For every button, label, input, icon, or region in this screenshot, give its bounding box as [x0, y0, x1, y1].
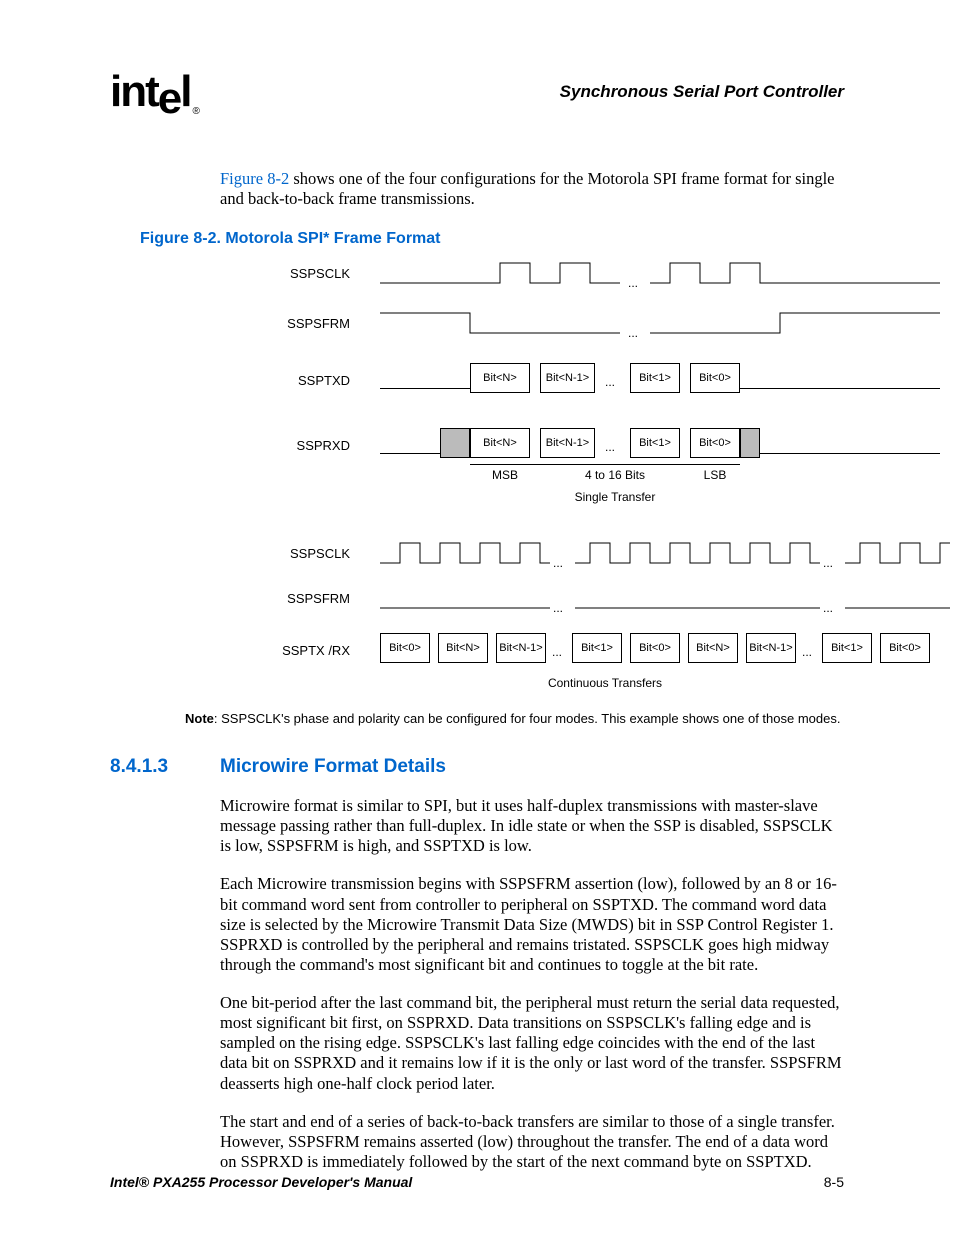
body-paragraph-4: The start and end of a series of back-to…	[220, 1112, 844, 1172]
footer-manual-title: Intel® PXA255 Processor Developer's Manu…	[110, 1174, 412, 1190]
body-paragraph-2: Each Microwire transmission begins with …	[220, 874, 844, 975]
body-paragraph-1: Microwire format is similar to SPI, but …	[220, 796, 844, 856]
bit-cell: Bit<0>	[690, 363, 740, 393]
document-page: intel® Synchronous Serial Port Controlle…	[0, 0, 954, 1235]
dots: ...	[553, 601, 563, 615]
msb-label: MSB	[475, 468, 535, 482]
bit-cell: Bit<0>	[880, 633, 930, 663]
dots: ...	[552, 645, 562, 659]
section-heading: 8.4.1.3 Microwire Format Details	[110, 756, 844, 778]
note-body: : SSPSCLK's phase and polarity can be co…	[214, 711, 841, 726]
page-footer: Intel® PXA255 Processor Developer's Manu…	[110, 1174, 844, 1190]
doc-section-title: Synchronous Serial Port Controller	[560, 82, 844, 102]
label-ssprxd: SSPRXD	[270, 438, 350, 453]
row-ssptxrx-cont: SSPTX /RX Bit<0> Bit<N> Bit<N-1> ... Bit…	[140, 633, 844, 667]
wave-sspsfrm-single: ...	[380, 308, 844, 338]
label-ssptxd: SSPTXD	[270, 373, 350, 388]
bit-cell: Bit<N>	[688, 633, 738, 663]
dots: ...	[802, 645, 812, 659]
dots: ...	[823, 601, 833, 615]
row-sspsclk-single: SSPSCLK ...	[140, 258, 844, 288]
body-paragraph-3: One bit-period after the last command bi…	[220, 993, 844, 1094]
bit-cell-pre	[440, 428, 470, 458]
label-ssptxrx: SSPTX /RX	[270, 643, 350, 658]
footer-page-number: 8-5	[824, 1174, 844, 1190]
label-sspsfrm-cont: SSPSFRM	[270, 591, 350, 606]
section-number: 8.4.1.3	[110, 756, 220, 778]
label-sspsfrm: SSPSFRM	[270, 316, 350, 331]
note-label: Note	[185, 711, 214, 726]
label-sspsclk: SSPSCLK	[270, 266, 350, 281]
single-transfer-caption: Single Transfer	[560, 490, 670, 504]
dots: ...	[553, 556, 563, 570]
dots: ...	[605, 375, 615, 389]
row-sspsfrm-single: SSPSFRM ...	[140, 308, 844, 338]
dots: ...	[823, 556, 833, 570]
bit-cell: Bit<N>	[470, 428, 530, 458]
row-sspsclk-cont: SSPSCLK ... ...	[140, 538, 844, 568]
bit-cell: Bit<0>	[690, 428, 740, 458]
bit-cell: Bit<0>	[380, 633, 430, 663]
intro-text: shows one of the four configurations for…	[220, 169, 835, 209]
wave-sspsclk-cont: ... ...	[380, 538, 844, 568]
intro-paragraph: Figure 8-2 shows one of the four configu…	[220, 169, 844, 210]
bit-cell: Bit<N>	[438, 633, 488, 663]
bit-cell: Bit<N>	[470, 363, 530, 393]
bit-cell: Bit<1>	[630, 428, 680, 458]
range-label: 4 to 16 Bits	[565, 468, 665, 482]
bit-cell: Bit<1>	[572, 633, 622, 663]
bit-cell: Bit<N-1>	[496, 633, 546, 663]
label-sspsclk-cont: SSPSCLK	[270, 546, 350, 561]
wave-sspsclk-single: ...	[380, 258, 844, 288]
figure-link[interactable]: Figure 8-2	[220, 169, 289, 188]
bit-cell: Bit<N-1>	[746, 633, 796, 663]
bit-cell: Bit<0>	[630, 633, 680, 663]
timing-diagram: SSPSCLK ... SSPSFRM ...	[140, 258, 844, 698]
bit-cell: Bit<N-1>	[540, 363, 595, 393]
row-ssprxd: SSPRXD Bit<N> Bit<N-1> ... Bit<1> Bit<0>	[140, 428, 844, 462]
bit-cell-post	[740, 428, 760, 458]
dots: ...	[605, 440, 615, 454]
lsb-label: LSB	[695, 468, 735, 482]
dots: ...	[628, 326, 638, 340]
page-header: intel® Synchronous Serial Port Controlle…	[110, 70, 844, 119]
dots: ...	[628, 276, 638, 290]
wave-sspsfrm-cont: ... ...	[380, 583, 844, 613]
row-ssptxd: SSPTXD Bit<N> Bit<N-1> ... Bit<1> Bit<0>	[140, 363, 844, 397]
bit-cell: Bit<1>	[630, 363, 680, 393]
section-title: Microwire Format Details	[220, 756, 446, 778]
bit-cell: Bit<N-1>	[540, 428, 595, 458]
intel-logo: intel®	[110, 70, 196, 119]
figure-note: Note: SSPSCLK's phase and polarity can b…	[185, 711, 844, 726]
row-sspsfrm-cont: SSPSFRM ... ...	[140, 583, 844, 613]
continuous-caption: Continuous Transfers	[530, 676, 680, 690]
bit-cell: Bit<1>	[822, 633, 872, 663]
figure-title: Figure 8-2. Motorola SPI* Frame Format	[140, 230, 844, 248]
